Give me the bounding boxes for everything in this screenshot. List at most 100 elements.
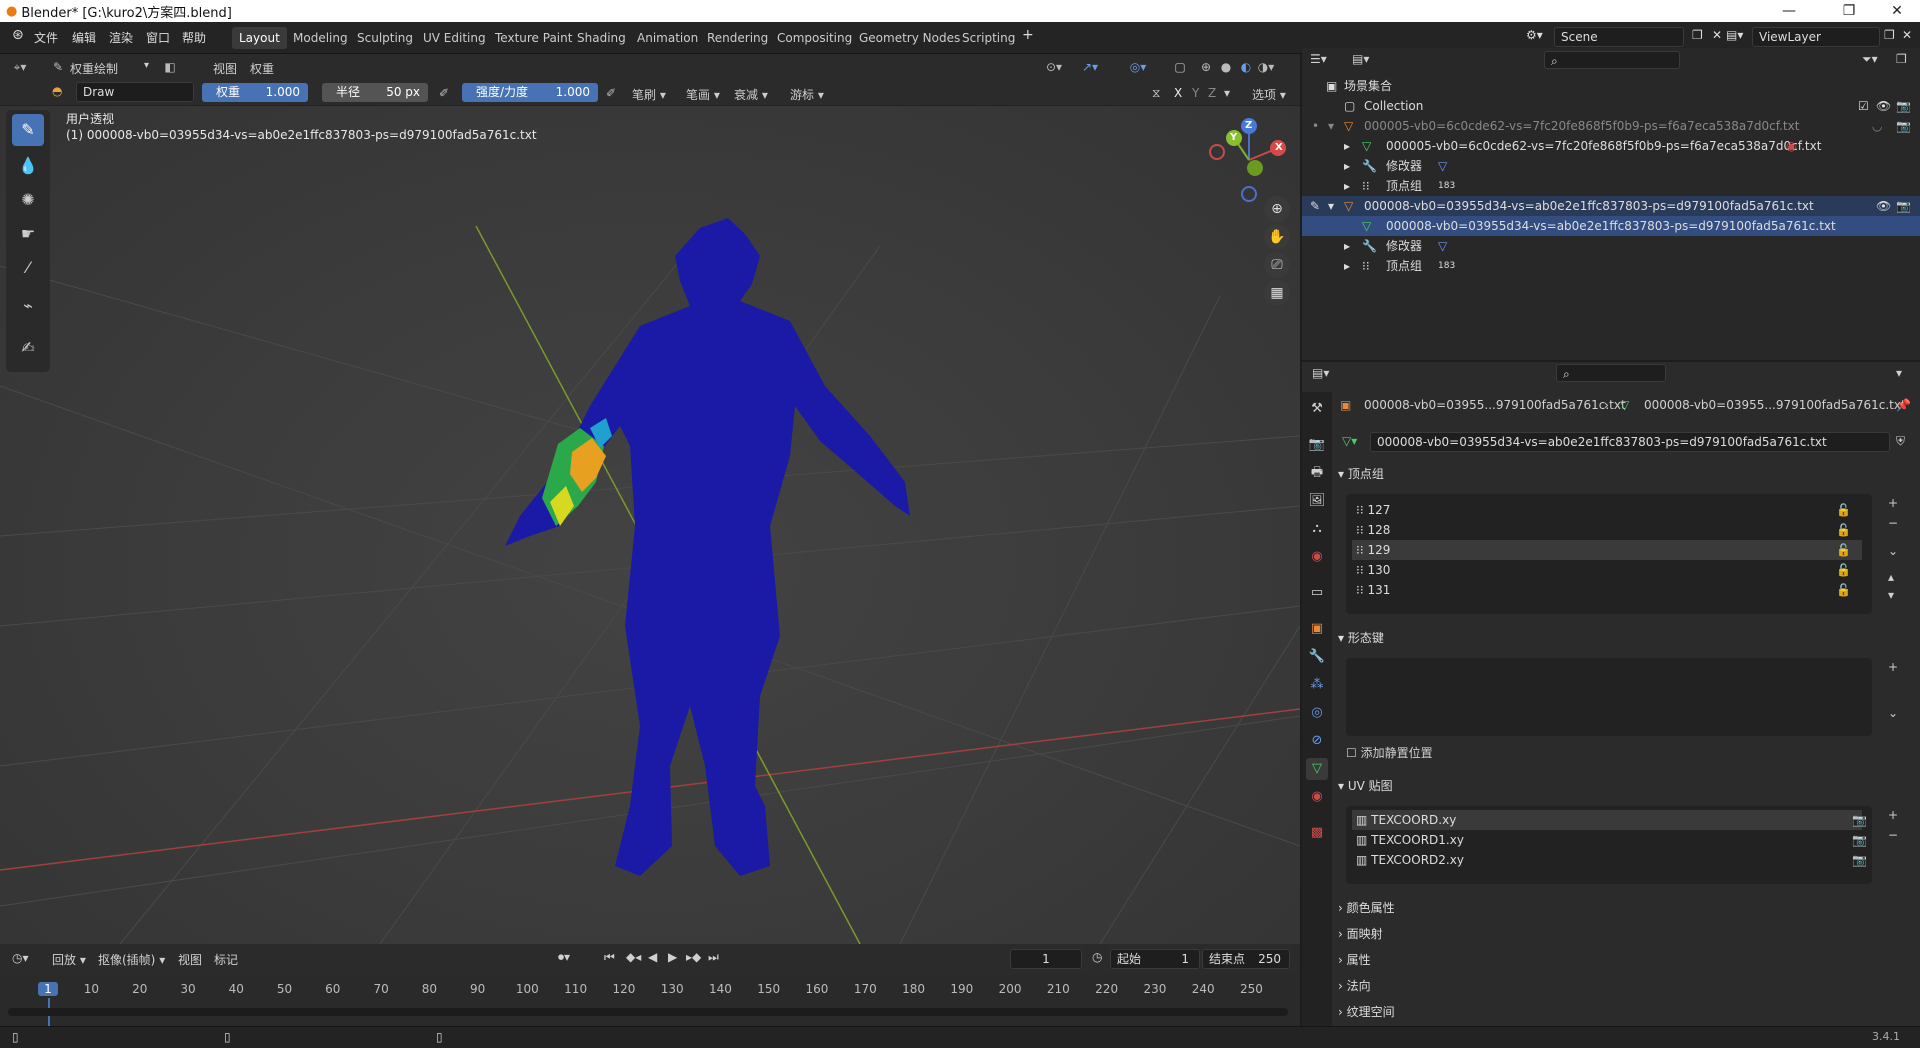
collection-checkbox[interactable]: ☑ <box>1858 96 1869 116</box>
overlay-toggle-icon[interactable]: ◎▾ <box>1128 57 1148 77</box>
material-tab-icon[interactable]: ◉ <box>1306 786 1328 808</box>
average-tool-icon[interactable]: ✺ <box>12 184 44 216</box>
object-tab-icon[interactable]: ▣ <box>1306 618 1328 640</box>
options-menu[interactable]: 选项 ▾ <box>1252 86 1286 103</box>
new-viewlayer-icon[interactable]: ❐ <box>1884 28 1895 42</box>
output-tab-icon[interactable]: 🖶 <box>1306 462 1328 484</box>
scene-icon[interactable]: ⚙▾ <box>1526 28 1543 42</box>
outliner-row-object-000005[interactable]: • ▾ ▽ 000005-vb0=6c0cde62-vs=7fc20fe868f… <box>1302 116 1920 136</box>
list-item[interactable]: ⁝⁝ 130 🔓 <box>1352 560 1862 580</box>
sample-weight-tool-icon[interactable]: ⌁ <box>12 290 44 322</box>
delete-scene-icon[interactable]: ✕ <box>1712 28 1722 42</box>
menu-render[interactable]: 渲染 <box>109 29 133 46</box>
camera-view-icon[interactable]: ⎚ <box>1264 252 1290 278</box>
collection-visibility-icon[interactable]: 👁 <box>1876 96 1891 116</box>
3d-viewport[interactable]: 用户透视 (1) 000008-vb0=03955d34-vs=ab0e2e1f… <box>0 106 1300 944</box>
object-visibility-icon[interactable]: 👁 <box>1876 196 1891 216</box>
weight-slider[interactable]: 权重 1.000 <box>202 83 308 102</box>
annotate-tool-icon[interactable]: ✍ <box>12 332 44 364</box>
menu-help[interactable]: 帮助 <box>182 29 206 46</box>
object-render-icon[interactable]: 📷 <box>1896 116 1911 136</box>
tab-layout[interactable]: Layout <box>232 27 287 49</box>
add-workspace-icon[interactable]: + <box>1022 27 1034 43</box>
tab-scripting[interactable]: Scripting <box>955 27 1022 49</box>
maximize-button[interactable]: ❐ <box>1826 0 1872 22</box>
jump-keyframe-back-icon[interactable]: ◆◂ <box>626 950 641 964</box>
gradient-tool-icon[interactable]: ⁄ <box>12 252 44 284</box>
tab-rendering[interactable]: Rendering <box>700 27 775 49</box>
display-mode-icon[interactable]: ▤▾ <box>1352 52 1369 66</box>
stroke-menu[interactable]: 笔画 ▾ <box>686 86 720 103</box>
outliner-row-modifiers[interactable]: ▸ 🔧 修改器 ▽ <box>1302 236 1920 256</box>
marker-menu[interactable]: 标记 <box>214 951 238 968</box>
timeline-editor-type-icon[interactable]: ◷▾ <box>12 951 29 965</box>
timeline-area[interactable]: 1 10 20 30 40 50 60 70 80 90 100 110 120 130 140 150 160… <box>0 974 1300 1026</box>
jump-keyframe-forward-icon[interactable]: ▸◆ <box>686 950 701 964</box>
play-icon[interactable]: ▶ <box>668 950 677 964</box>
properties-editor-type-icon[interactable]: ▤▾ <box>1312 366 1329 380</box>
view-object-types-icon[interactable]: ⊙▾ <box>1044 57 1064 77</box>
preview-range-icon[interactable]: ◷ <box>1092 950 1102 964</box>
end-frame-field[interactable]: 结束点 250 <box>1202 949 1290 969</box>
menu-weights[interactable]: 权重 <box>250 60 274 77</box>
filter-icon[interactable]: ⏷▾ <box>1862 52 1878 67</box>
tab-geometry-nodes[interactable]: Geometry Nodes <box>852 27 967 49</box>
outliner-row-vertex-groups[interactable]: ▸ ⁝⁝ 顶点组 183 <box>1302 176 1920 196</box>
delete-viewlayer-icon[interactable]: ✕ <box>1902 28 1912 42</box>
remove-uv-map-icon[interactable]: − <box>1888 828 1898 842</box>
pin-icon[interactable]: 📌 <box>1896 398 1911 412</box>
minimize-button[interactable]: — <box>1766 0 1812 22</box>
add-shape-key-icon[interactable]: + <box>1888 660 1898 674</box>
expand-arrow-icon[interactable]: ▸ <box>1344 176 1350 196</box>
mirror-x-toggle[interactable]: X <box>1174 86 1182 100</box>
mirror-z-toggle[interactable]: Z <box>1208 86 1216 100</box>
move-up-icon[interactable]: ▴ <box>1888 570 1894 584</box>
list-item[interactable]: ⁝⁝ 131 🔓 <box>1352 580 1862 600</box>
texture-space-panel-header[interactable]: › 纹理空间 <box>1338 1000 1395 1024</box>
list-item[interactable]: ▥ TEXCOORD2.xy 📷 <box>1352 850 1867 870</box>
tool-tab-icon[interactable]: ⚒ <box>1306 398 1328 420</box>
menu-view[interactable]: 视图 <box>213 60 237 77</box>
properties-options-icon[interactable]: ▾ <box>1896 366 1902 380</box>
outliner-row-collection[interactable]: ▢ Collection ☑ 👁 📷 <box>1302 96 1920 116</box>
menu-window[interactable]: 窗口 <box>146 29 170 46</box>
mesh-name-field[interactable]: 000008-vb0=03955d34-vs=ab0e2e1ffc837803-… <box>1370 432 1890 452</box>
xray-toggle-icon[interactable]: ▢ <box>1170 57 1190 77</box>
strength-pressure-icon[interactable]: ✐ <box>601 83 621 103</box>
smear-tool-icon[interactable]: ☛ <box>12 218 44 250</box>
constraints-tab-icon[interactable]: ⊘ <box>1306 730 1328 752</box>
normals-panel-header[interactable]: › 法向 <box>1338 974 1371 998</box>
outliner-row-modifiers[interactable]: ▸ 🔧 修改器 ▽ <box>1302 156 1920 176</box>
active-render-icon[interactable]: 📷 <box>1852 850 1867 870</box>
outliner-row-mesh-000005[interactable]: ▸ ▽ 000005-vb0=6c0cde62-vs=7fc20fe868f5f… <box>1302 136 1920 156</box>
color-attributes-panel-header[interactable]: › 颜色属性 <box>1338 896 1395 920</box>
blender-menu-icon[interactable]: ⊛ <box>12 27 24 43</box>
outliner-row-object-000008[interactable]: ✎ ▾ ▽ 000008-vb0=03955d34-vs=ab0e2e1ffc8… <box>1302 196 1920 216</box>
draw-tool-icon[interactable]: ✎ <box>12 114 44 146</box>
start-frame-field[interactable]: 起始 1 <box>1110 949 1200 969</box>
mesh-data-tab-icon[interactable]: ▽ <box>1306 758 1328 780</box>
strength-slider[interactable]: 强度/力度 1.000 <box>462 83 598 102</box>
mode-selector[interactable]: 权重绘制 <box>70 60 118 77</box>
symmetry-icon[interactable]: ⧖ <box>1152 86 1160 101</box>
keying-menu[interactable]: 抠像(插帧) ▾ <box>98 951 165 968</box>
scene-tab-icon[interactable]: ⛬ <box>1306 518 1328 540</box>
close-button[interactable]: ✕ <box>1874 0 1920 22</box>
menu-edit[interactable]: 编辑 <box>72 29 96 46</box>
outliner-row-vertex-groups[interactable]: ▸ ⁝⁝ 顶点组 183 <box>1302 256 1920 276</box>
list-item[interactable]: ⁝⁝ 128 🔓 <box>1352 520 1862 540</box>
outliner-row-mesh-000008[interactable]: ▽ 000008-vb0=03955d34-vs=ab0e2e1ffc83780… <box>1302 216 1920 236</box>
jump-end-icon[interactable]: ⏭ <box>708 950 719 965</box>
list-item[interactable]: ⁝⁝ 127 🔓 <box>1352 500 1862 520</box>
particles-tab-icon[interactable]: ⁂ <box>1306 674 1328 696</box>
outliner-search-input[interactable]: ⌕ <box>1544 51 1680 69</box>
playback-menu[interactable]: 回放 ▾ <box>52 951 86 968</box>
current-frame-field[interactable]: 1 <box>1010 949 1082 969</box>
mesh-browse-icon[interactable]: ▽▾ <box>1342 434 1357 448</box>
wireframe-shading-icon[interactable]: ⊕ <box>1196 57 1216 77</box>
mirror-y-toggle[interactable]: Y <box>1192 86 1199 100</box>
object-render-icon[interactable]: 📷 <box>1896 196 1911 216</box>
falloff-menu[interactable]: 衰减 ▾ <box>734 86 768 103</box>
menu-file[interactable]: 文件 <box>34 29 58 46</box>
symmetry-dropdown-icon[interactable]: ▾ <box>1224 86 1230 100</box>
